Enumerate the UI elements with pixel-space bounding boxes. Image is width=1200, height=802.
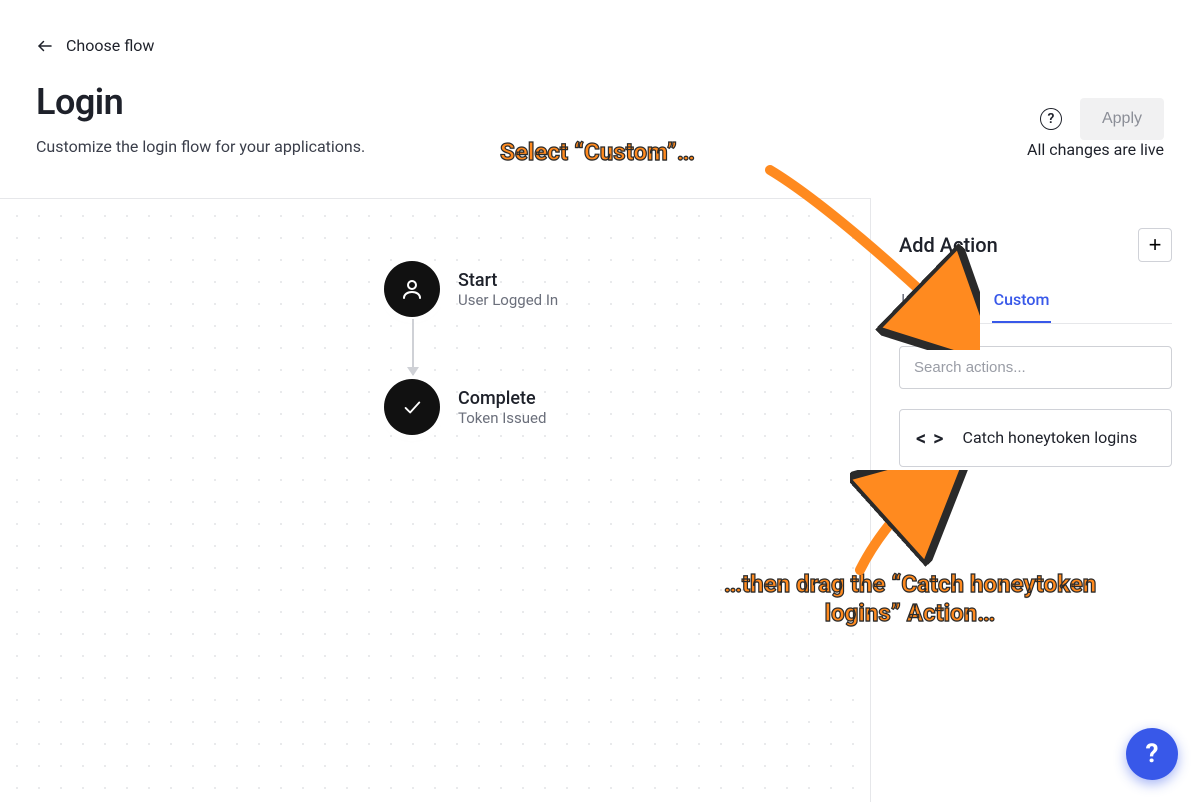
- breadcrumb-label: Choose flow: [66, 36, 154, 55]
- page-title: Login: [36, 81, 1020, 123]
- panel-tabs: Installed Custom: [899, 290, 1172, 324]
- status-text: All changes are live: [1027, 140, 1164, 159]
- add-action-button[interactable]: +: [1138, 228, 1172, 262]
- plus-icon: +: [1149, 234, 1162, 256]
- floating-help-button[interactable]: ?: [1126, 728, 1178, 780]
- add-action-panel: Add Action + Installed Custom < > Catch …: [870, 198, 1200, 802]
- help-icon[interactable]: ?: [1040, 108, 1062, 130]
- action-card-title: Catch honeytoken logins: [963, 427, 1138, 449]
- breadcrumb-back[interactable]: Choose flow: [36, 36, 154, 55]
- check-icon: [384, 379, 440, 435]
- node-sub: User Logged In: [458, 291, 558, 309]
- flow-connector: [412, 319, 414, 375]
- panel-title: Add Action: [899, 233, 998, 257]
- tab-custom[interactable]: Custom: [992, 290, 1052, 323]
- node-sub: Token Issued: [458, 409, 546, 427]
- arrow-left-icon: [36, 37, 54, 55]
- node-title: Complete: [458, 388, 546, 409]
- apply-button[interactable]: Apply: [1080, 98, 1164, 140]
- tab-installed[interactable]: Installed: [899, 290, 964, 323]
- action-card-catch-honeytoken[interactable]: < > Catch honeytoken logins: [899, 409, 1172, 467]
- user-icon: [384, 261, 440, 317]
- page-subtitle: Customize the login flow for your applic…: [36, 137, 1020, 156]
- node-title: Start: [458, 270, 558, 291]
- flow-node-start[interactable]: Start User Logged In: [384, 261, 558, 317]
- code-icon: < >: [916, 426, 945, 450]
- search-actions-input[interactable]: [899, 346, 1172, 389]
- question-icon: ?: [1146, 739, 1159, 769]
- flow-node-complete[interactable]: Complete Token Issued: [384, 379, 558, 435]
